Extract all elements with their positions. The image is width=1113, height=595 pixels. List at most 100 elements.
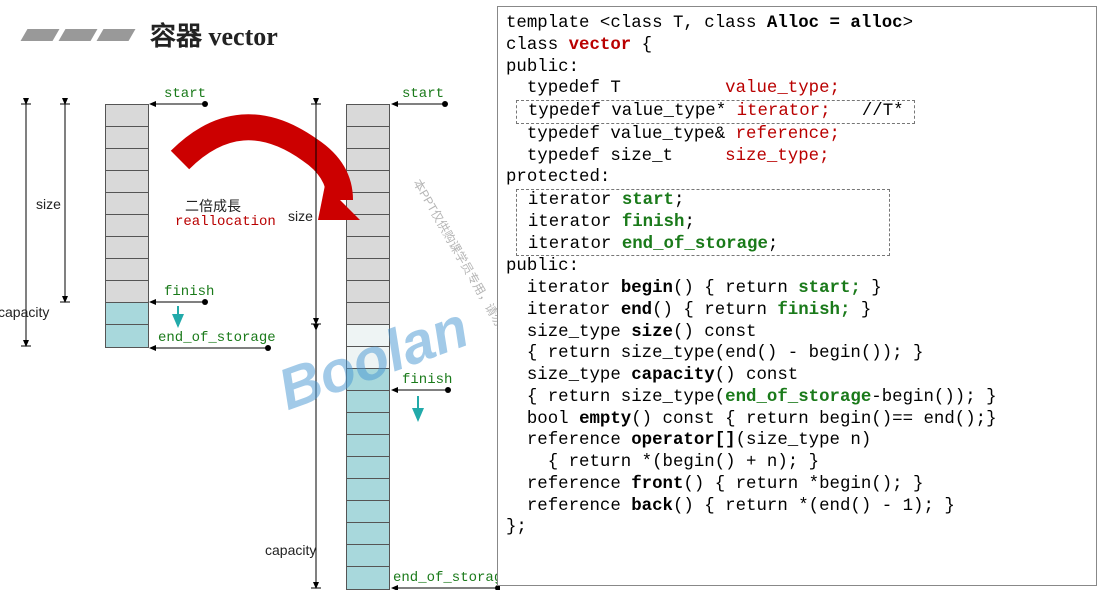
code-text: { return size_type(end() - begin()); } [506, 344, 923, 363]
code-text: iterator [517, 235, 621, 254]
code-text: { return *(begin() + n); } [506, 453, 819, 472]
code-text: iterator [517, 191, 621, 210]
code-text: typedef T [506, 79, 725, 98]
code-text: () { return *begin(); } [683, 475, 923, 494]
deco-bar-icon [59, 29, 98, 41]
vec-cell [106, 259, 148, 281]
vec-cell [347, 435, 389, 457]
code-text: iterator [506, 301, 621, 320]
code-text: //T* [831, 102, 915, 121]
vec-cell [347, 303, 389, 325]
code-text: empty [579, 410, 631, 429]
vec-cell [347, 215, 389, 237]
deco-bar-icon [21, 29, 60, 41]
finish-label: finish [164, 284, 214, 300]
code-text: } [861, 279, 882, 298]
code-text: Alloc = alloc [767, 14, 903, 33]
capacity-label: capacity [265, 542, 316, 558]
vec-cell [106, 215, 148, 237]
start-label: start [402, 86, 444, 102]
code-text: { return size_type( [506, 388, 725, 407]
code-text: vector [569, 36, 632, 55]
code-text: typedef size_t [506, 147, 725, 166]
title-row: 容器 vector [24, 16, 278, 53]
end-of-storage-label: end_of_storage [393, 570, 511, 586]
code-text: front [631, 475, 683, 494]
code-text: > [903, 14, 913, 33]
code-text: start [622, 191, 674, 210]
grow-label-en: reallocation [175, 214, 276, 230]
code-text: bool [506, 410, 579, 429]
code-text: typedef value_type& [506, 125, 736, 144]
code-text: typedef value_type* [517, 102, 736, 121]
vector-diagram: size capacity start finish end_of_storag… [0, 50, 500, 590]
code-text: template <class T, class [506, 14, 767, 33]
vec-cell [106, 149, 148, 171]
code-text: { [631, 36, 652, 55]
code-text: () { return [673, 279, 798, 298]
vec-cell [347, 325, 389, 347]
code-panel: template <class T, class Alloc = alloc> … [497, 6, 1097, 586]
code-text: }; [506, 518, 527, 537]
size-label: size [288, 208, 313, 224]
vec-cell [347, 347, 389, 369]
code-text: protected: [506, 168, 610, 187]
vec-cell [347, 413, 389, 435]
vec-cell [347, 501, 389, 523]
code-text: ; [674, 191, 684, 210]
vec-cell [347, 127, 389, 149]
vector-column-2 [346, 104, 390, 590]
code-text: operator[] [631, 431, 735, 450]
code-text: () { return [652, 301, 777, 320]
code-text: } [850, 301, 871, 320]
vec-cell [106, 281, 148, 303]
vec-cell [106, 325, 148, 347]
code-text: value_type; [725, 79, 840, 98]
vec-cell [347, 193, 389, 215]
code-text: reference [506, 475, 631, 494]
vector-column-1 [105, 104, 149, 348]
vec-cell [347, 149, 389, 171]
code-text: size_type [506, 323, 631, 342]
vec-cell [106, 303, 148, 325]
code-text: reference; [736, 125, 840, 144]
vec-cell [347, 171, 389, 193]
vec-cell [347, 567, 389, 589]
finish-label: finish [402, 372, 452, 388]
code-text: public: [506, 58, 579, 77]
code-text: begin [621, 279, 673, 298]
code-text: start; [798, 279, 861, 298]
vec-cell [347, 457, 389, 479]
code-text: () { return *(end() - 1); } [673, 497, 955, 516]
code-text: size [631, 323, 673, 342]
code-text: (size_type n) [736, 431, 872, 450]
code-text: class [506, 36, 569, 55]
code-text: size_type [506, 366, 631, 385]
code-text: capacity [631, 366, 715, 385]
code-text: public: [506, 257, 579, 276]
vec-cell [347, 281, 389, 303]
code-text: size_type; [725, 147, 829, 166]
grow-label-cn: 二倍成長 [185, 196, 241, 216]
code-text: reference [506, 431, 631, 450]
code-text: finish; [777, 301, 850, 320]
code-text: back [631, 497, 673, 516]
vec-cell [347, 545, 389, 567]
code-text: iterator; [737, 102, 831, 121]
vec-cell [106, 193, 148, 215]
code-text: iterator [517, 213, 621, 232]
code-text: end_of_storage [725, 388, 871, 407]
vec-cell [106, 237, 148, 259]
end-of-storage-label: end_of_storage [158, 330, 276, 346]
vec-cell [347, 391, 389, 413]
size-label: size [36, 196, 61, 212]
capacity-label: capacity [0, 304, 49, 320]
deco-bar-icon [97, 29, 136, 41]
code-text: () const [673, 323, 757, 342]
vec-cell [106, 105, 148, 127]
vec-cell [106, 127, 148, 149]
vec-cell [347, 105, 389, 127]
protected-members-box: iterator start; iterator finish; iterato… [516, 189, 889, 256]
code-text: end [621, 301, 652, 320]
code-text: ; [684, 213, 694, 232]
